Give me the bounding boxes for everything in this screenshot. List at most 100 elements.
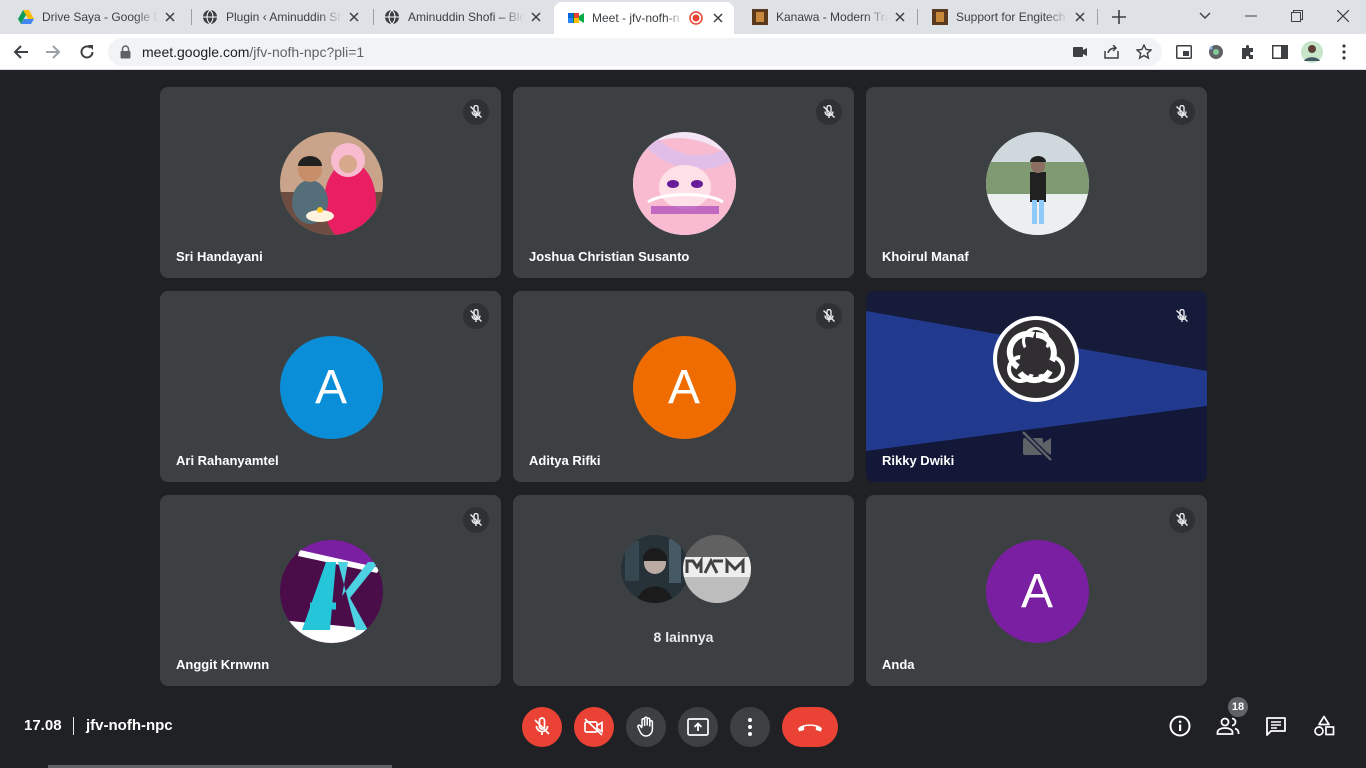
mic-off-icon: [1169, 303, 1195, 329]
mic-off-icon: [816, 303, 842, 329]
globe-icon: [384, 9, 400, 25]
more-vert-icon: [1342, 44, 1346, 60]
participant-avatar-letter: A: [632, 336, 736, 439]
hand-icon: [637, 716, 654, 737]
tab-search-button[interactable]: [1190, 3, 1220, 29]
participant-name: Anggit Krnwnn: [176, 657, 270, 672]
picture-in-picture-button[interactable]: [1171, 39, 1197, 65]
participant-avatar-photo: [279, 132, 383, 235]
restore-button[interactable]: [1282, 3, 1312, 29]
participant-tile[interactable]: Rikky Dwiki: [866, 291, 1207, 482]
address-bar[interactable]: meet.google.com/jfv-nofh-npc?pli=1: [108, 38, 1162, 66]
mic-off-icon: [1169, 99, 1195, 125]
profile-avatar[interactable]: [1299, 39, 1325, 65]
close-icon: [1337, 10, 1349, 22]
more-options-button[interactable]: [730, 707, 770, 747]
extensions-button[interactable]: [1235, 39, 1261, 65]
participant-avatar-letter: A: [279, 336, 383, 439]
participant-name: Joshua Christian Susanto: [529, 249, 690, 264]
browser-menu-button[interactable]: [1331, 39, 1357, 65]
close-icon[interactable]: [346, 9, 362, 25]
puzzle-icon: [1242, 45, 1253, 59]
present-to-all-icon: [687, 718, 709, 736]
site-thumbnail-icon: [752, 9, 768, 25]
tab-blog[interactable]: Aminuddin Shofi – Blo: [370, 0, 552, 34]
toggle-camera-button[interactable]: [574, 707, 614, 747]
side-panel-icon: [1272, 45, 1288, 59]
back-button[interactable]: [8, 39, 34, 65]
activities-button[interactable]: [1311, 713, 1337, 739]
meeting-details-button[interactable]: [1167, 713, 1193, 739]
participant-tile[interactable]: A Ari Rahanyamtel: [160, 291, 501, 482]
meeting-code: jfv-nofh-npc: [86, 717, 173, 734]
avatar-letter: A: [667, 361, 700, 414]
avatar-letter: A: [1020, 565, 1053, 618]
mic-off-icon: [816, 99, 842, 125]
mic-off-icon: [463, 507, 489, 533]
participant-avatar-photo: [985, 132, 1089, 235]
ak-logo-icon: [279, 540, 383, 643]
close-icon[interactable]: [710, 10, 726, 26]
present-now-button[interactable]: [678, 707, 718, 747]
raise-hand-button[interactable]: [626, 707, 666, 747]
mic-off-icon: [463, 303, 489, 329]
leave-call-button[interactable]: [782, 707, 838, 747]
browser-toolbar: meet.google.com/jfv-nofh-npc?pli=1: [0, 34, 1366, 70]
bookmark-button[interactable]: [1133, 41, 1155, 63]
participant-tile[interactable]: Sri Handayani: [160, 87, 501, 278]
minimize-icon: [1245, 15, 1257, 17]
lock-icon[interactable]: [120, 45, 131, 64]
participant-name: Ari Rahanyamtel: [176, 453, 279, 468]
forward-button[interactable]: [40, 39, 66, 65]
tab-strip: Drive Saya - Google D Plugin ‹ Aminuddin…: [0, 0, 1366, 34]
more-vert-icon: [748, 718, 752, 736]
close-icon[interactable]: [1072, 9, 1088, 25]
profile-icon: [1301, 41, 1323, 63]
participant-tile[interactable]: Joshua Christian Susanto: [513, 87, 854, 278]
site-thumbnail-icon: [932, 9, 948, 25]
tab-kanawa[interactable]: Kanawa - Modern Tra: [738, 0, 916, 34]
participant-tile[interactable]: Khoirul Manaf: [866, 87, 1207, 278]
video-camera-icon: [1073, 47, 1087, 57]
participant-name: Aditya Rifki: [529, 453, 601, 468]
close-icon[interactable]: [892, 9, 908, 25]
tab-drive[interactable]: Drive Saya - Google D: [4, 0, 186, 34]
share-icon: [1104, 45, 1119, 59]
participant-name: Rikky Dwiki: [882, 453, 955, 468]
participant-tile[interactable]: Anggit Krnwnn: [160, 495, 501, 686]
close-icon[interactable]: [528, 9, 544, 25]
tab-engitech[interactable]: Support for Engitech: [918, 0, 1096, 34]
camera-in-use-button[interactable]: [1069, 41, 1091, 63]
arrow-right-icon: [46, 45, 61, 59]
extension-button[interactable]: [1203, 39, 1229, 65]
tab-title: Meet - jfv-nofh-n: [592, 11, 680, 25]
others-tile[interactable]: 8 lainnya: [513, 495, 854, 686]
share-button[interactable]: [1101, 41, 1123, 63]
tab-title: Drive Saya - Google D: [42, 10, 158, 24]
tab-plugin[interactable]: Plugin ‹ Aminuddin Sh: [188, 0, 370, 34]
new-tab-button[interactable]: [1108, 6, 1130, 28]
divider: [73, 717, 74, 735]
participant-name: Khoirul Manaf: [882, 249, 969, 264]
mic-off-icon: [463, 99, 489, 125]
self-tile[interactable]: A Anda: [866, 495, 1207, 686]
reload-button[interactable]: [74, 39, 100, 65]
reload-icon: [80, 45, 94, 59]
participant-tile[interactable]: A Aditya Rifki: [513, 291, 854, 482]
avatar-letter: A: [314, 361, 347, 414]
info-icon: [1169, 715, 1191, 737]
tab-title: Plugin ‹ Aminuddin Sh: [226, 10, 342, 24]
obs-logo-icon: [992, 315, 1080, 403]
close-icon[interactable]: [162, 9, 178, 25]
shapes-icon: [1314, 715, 1335, 736]
globe-icon: [202, 9, 218, 25]
tab-meet[interactable]: Meet - jfv-nofh-n: [554, 2, 734, 34]
chat-button[interactable]: [1263, 713, 1289, 739]
close-window-button[interactable]: [1328, 3, 1358, 29]
call-end-icon: [798, 724, 822, 732]
minimize-button[interactable]: [1236, 3, 1266, 29]
side-panel-button[interactable]: [1267, 39, 1293, 65]
recording-icon: [688, 10, 704, 26]
toggle-microphone-button[interactable]: [522, 707, 562, 747]
mic-off-icon: [534, 717, 550, 735]
